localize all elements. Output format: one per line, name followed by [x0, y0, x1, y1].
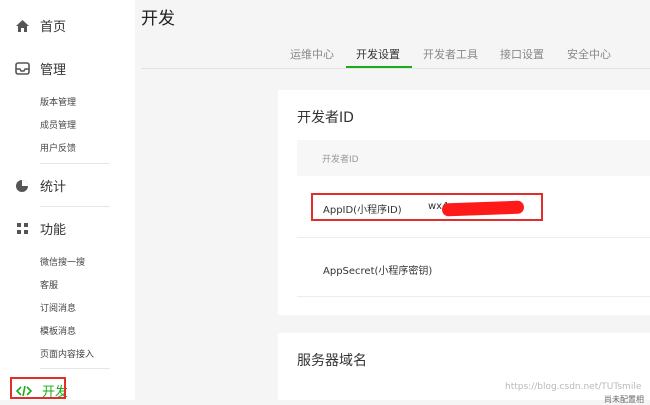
nav-manage-label: 管理 [40, 63, 67, 78]
nav-stats[interactable]: 统计 [14, 176, 66, 195]
server-domain-title: 服务器域名 [297, 353, 367, 369]
watermark: https://blog.csdn.net/TUTsmile [505, 382, 642, 392]
pie-chart-icon [14, 178, 30, 194]
tab-api-settings[interactable]: 接口设置 [500, 46, 544, 62]
tab-dev-tools[interactable]: 开发者工具 [423, 46, 478, 62]
table-row-divider [297, 296, 650, 297]
sidebar-item-version[interactable]: 版本管理 [40, 95, 76, 108]
inbox-icon [14, 61, 30, 77]
sidebar-item-subscribe[interactable]: 订阅消息 [40, 301, 76, 314]
sidebar: 首页 管理 版本管理 成员管理 用户反馈 统计 功能 微信搜一搜 客服 订阅消息… [0, 0, 135, 400]
nav-features-label: 功能 [40, 223, 67, 238]
sidebar-item-content[interactable]: 页面内容接入 [40, 347, 94, 360]
sidebar-item-template[interactable]: 模板消息 [40, 324, 76, 337]
tab-dev-settings[interactable]: 开发设置 [356, 46, 400, 62]
page-title: 开发 [141, 9, 175, 29]
nav-home-label: 首页 [40, 20, 67, 35]
highlight-box [10, 377, 66, 399]
nav-features[interactable]: 功能 [14, 219, 66, 238]
divider [40, 163, 110, 164]
home-icon [14, 18, 30, 34]
sidebar-item-service[interactable]: 客服 [40, 278, 58, 291]
tab-ops[interactable]: 运维中心 [290, 46, 334, 62]
appid-highlight-box [311, 193, 543, 221]
table-row-divider [297, 237, 650, 238]
sidebar-item-members[interactable]: 成员管理 [40, 118, 76, 131]
sidebar-item-search[interactable]: 微信搜一搜 [40, 255, 85, 268]
appsecret-label: AppSecret(小程序密钥) [323, 266, 433, 277]
grid-icon [14, 221, 30, 237]
table-header-label: 开发者ID [322, 155, 359, 165]
nav-stats-label: 统计 [40, 180, 67, 195]
developer-id-title: 开发者ID [297, 110, 354, 126]
sidebar-item-feedback[interactable]: 用户反馈 [40, 141, 76, 154]
table-header: 开发者ID [297, 140, 650, 176]
tab-security[interactable]: 安全中心 [567, 46, 611, 62]
divider [40, 206, 110, 207]
nav-manage[interactable]: 管理 [14, 59, 66, 78]
tab-bar: 运维中心 开发设置 开发者工具 接口设置 安全中心 [141, 40, 650, 69]
divider [40, 368, 110, 369]
nav-home[interactable]: 首页 [14, 16, 66, 35]
active-tab-indicator [346, 66, 412, 68]
